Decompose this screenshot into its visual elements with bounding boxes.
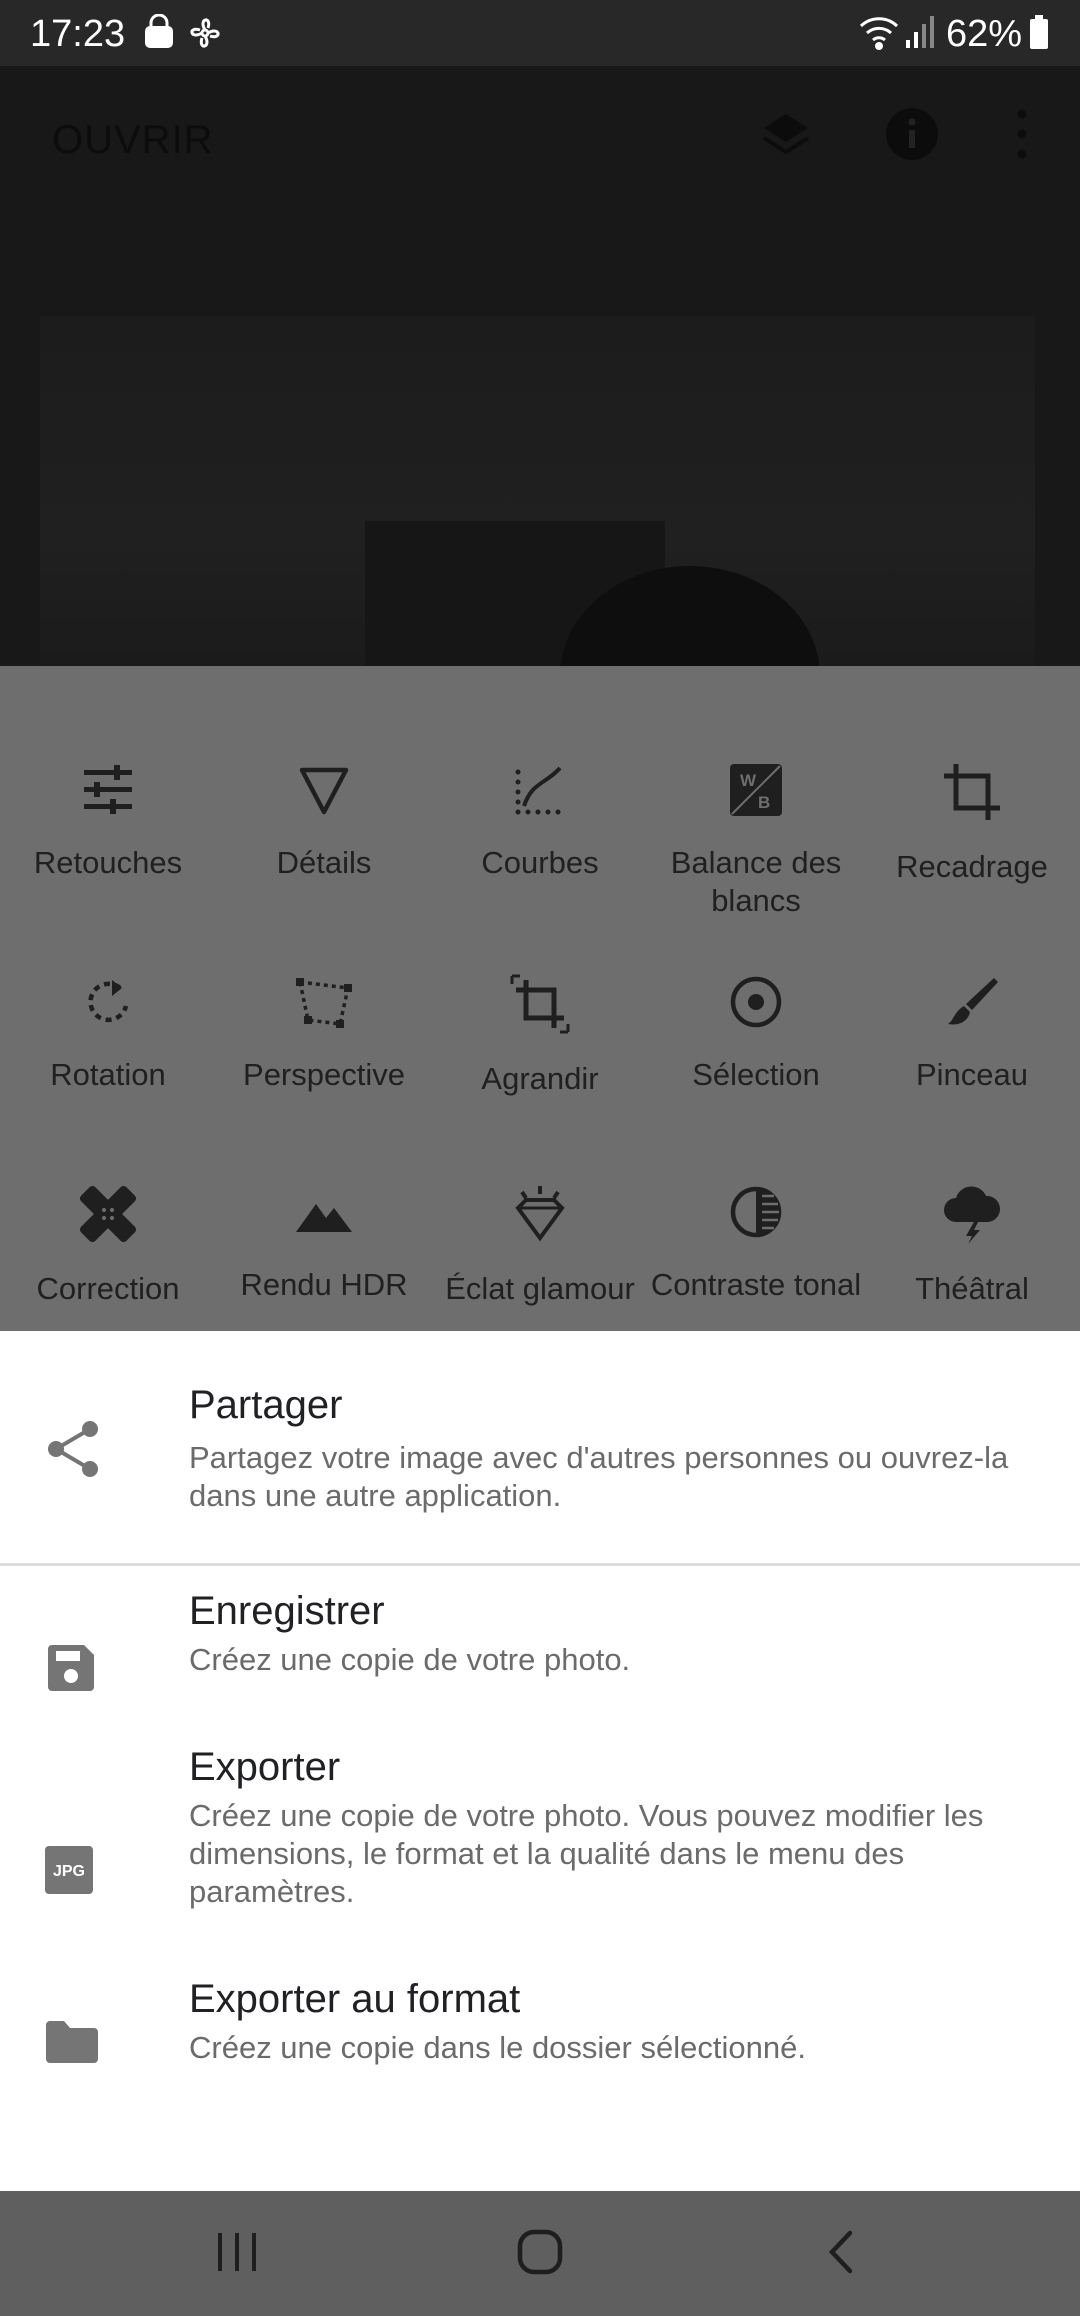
jpg-icon: JPG bbox=[44, 1845, 94, 1900]
save-title: Enregistrer bbox=[189, 1589, 385, 1633]
curves-icon bbox=[515, 766, 562, 815]
more-vert-icon[interactable] bbox=[1010, 106, 1034, 167]
tool-label: Contraste tonal bbox=[650, 1267, 862, 1302]
tool-rotation[interactable]: Rotation bbox=[0, 974, 216, 1094]
share-title: Partager bbox=[189, 1383, 343, 1427]
hdr-mountains-icon bbox=[296, 1204, 352, 1232]
tool-label: Pinceau bbox=[915, 1057, 1029, 1092]
tool-details[interactable]: Détails bbox=[216, 762, 432, 882]
tool-label: Éclat glamour bbox=[445, 1271, 635, 1306]
tool-curves[interactable]: Courbes bbox=[432, 762, 648, 882]
divider bbox=[0, 1563, 1080, 1566]
tool-crop[interactable]: Recadrage bbox=[864, 762, 1080, 886]
shopping-bag-icon bbox=[142, 13, 176, 60]
status-time: 17:23 bbox=[30, 13, 126, 55]
share-icon bbox=[44, 1419, 104, 1484]
home-icon[interactable] bbox=[516, 2227, 564, 2282]
export-description: Créez une copie de votre photo. Vous pou… bbox=[189, 1798, 984, 1909]
tool-label: Détails bbox=[276, 845, 372, 880]
tool-drama[interactable]: Théâtral bbox=[864, 1184, 1080, 1308]
perspective-icon bbox=[296, 978, 352, 1028]
save-description: Créez une copie de votre photo. bbox=[189, 1642, 631, 1677]
tool-label: Sélection bbox=[692, 1057, 820, 1092]
white-balance-icon: WB bbox=[730, 764, 782, 816]
status-bar: 17:23 62% bbox=[0, 0, 1080, 66]
open-button[interactable]: OUVRIR bbox=[52, 118, 214, 163]
tool-label: Agrandir bbox=[481, 1061, 599, 1096]
tool-label: Balance des blancs bbox=[670, 845, 842, 918]
svg-text:B: B bbox=[758, 793, 770, 812]
details-triangle-icon bbox=[299, 767, 349, 815]
crop-icon bbox=[944, 764, 1000, 820]
battery-percentage: 62% bbox=[945, 13, 1022, 55]
tool-label: Correction bbox=[36, 1271, 180, 1306]
pinwheel-icon bbox=[186, 14, 224, 62]
tool-label: Rendu HDR bbox=[240, 1267, 408, 1302]
navigation-bar bbox=[0, 2191, 1080, 2316]
tonal-contrast-icon bbox=[730, 1186, 782, 1238]
healing-icon bbox=[79, 1185, 137, 1243]
selection-icon bbox=[730, 976, 782, 1028]
tool-perspective[interactable]: Perspective bbox=[216, 974, 432, 1094]
tool-white-balance[interactable]: WB Balance des blancs bbox=[648, 762, 864, 920]
glamour-diamond-icon bbox=[515, 1186, 565, 1242]
tool-brush[interactable]: Pinceau bbox=[864, 974, 1080, 1094]
tool-healing[interactable]: Correction bbox=[0, 1184, 216, 1308]
tool-label: Théâtral bbox=[915, 1271, 1029, 1306]
back-icon[interactable] bbox=[824, 2227, 860, 2282]
tool-retouches[interactable]: Retouches bbox=[0, 762, 216, 882]
share-export-sheet: Partager Partagez votre image avec d'aut… bbox=[0, 1331, 1080, 2191]
save-option[interactable]: Enregistrer Créez une copie de votre pho… bbox=[0, 1589, 1080, 1739]
folder-icon bbox=[44, 2019, 100, 2070]
export-as-description: Créez une copie dans le dossier sélectio… bbox=[189, 2030, 806, 2065]
export-title: Exporter bbox=[189, 1745, 341, 1789]
tool-glamour[interactable]: Éclat glamour bbox=[432, 1184, 648, 1308]
tool-tonal-contrast[interactable]: Contraste tonal bbox=[648, 1184, 864, 1304]
drama-cloud-icon bbox=[944, 1186, 1001, 1244]
share-description: Partagez votre image avec d'autres perso… bbox=[189, 1440, 1009, 1513]
tool-expand[interactable]: Agrandir bbox=[432, 974, 648, 1098]
tune-icon bbox=[84, 765, 132, 814]
photo-area: OUVRIR bbox=[0, 66, 1080, 666]
save-icon bbox=[44, 1641, 98, 1700]
signal-icon bbox=[904, 14, 936, 60]
tool-label: Courbes bbox=[481, 845, 599, 880]
tool-label: Recadrage bbox=[896, 849, 1048, 884]
export-as-option[interactable]: Exporter au format Créez une copie dans … bbox=[0, 1977, 1080, 2127]
tool-hdr[interactable]: Rendu HDR bbox=[216, 1184, 432, 1304]
export-as-title: Exporter au format bbox=[189, 1977, 521, 2021]
jpg-icon-text: JPG bbox=[53, 1863, 85, 1880]
brush-icon bbox=[948, 978, 998, 1025]
battery-icon bbox=[1028, 14, 1050, 60]
expand-icon bbox=[510, 974, 570, 1034]
info-icon[interactable] bbox=[884, 106, 940, 167]
tools-grid: Retouches Détails Courbes WB Balance des… bbox=[0, 666, 1080, 1331]
wifi-icon bbox=[858, 14, 900, 62]
share-option[interactable]: Partager Partagez votre image avec d'aut… bbox=[0, 1331, 1080, 1563]
rotate-icon bbox=[88, 980, 129, 1023]
svg-text:W: W bbox=[740, 771, 757, 790]
recents-icon[interactable] bbox=[216, 2227, 258, 2282]
tool-selection[interactable]: Sélection bbox=[648, 974, 864, 1094]
export-option[interactable]: JPG Exporter Créez une copie de votre ph… bbox=[0, 1745, 1080, 1945]
tool-label: Retouches bbox=[33, 845, 183, 880]
tool-label: Rotation bbox=[50, 1057, 166, 1092]
tool-label: Perspective bbox=[243, 1057, 405, 1092]
layers-icon[interactable] bbox=[758, 106, 814, 167]
